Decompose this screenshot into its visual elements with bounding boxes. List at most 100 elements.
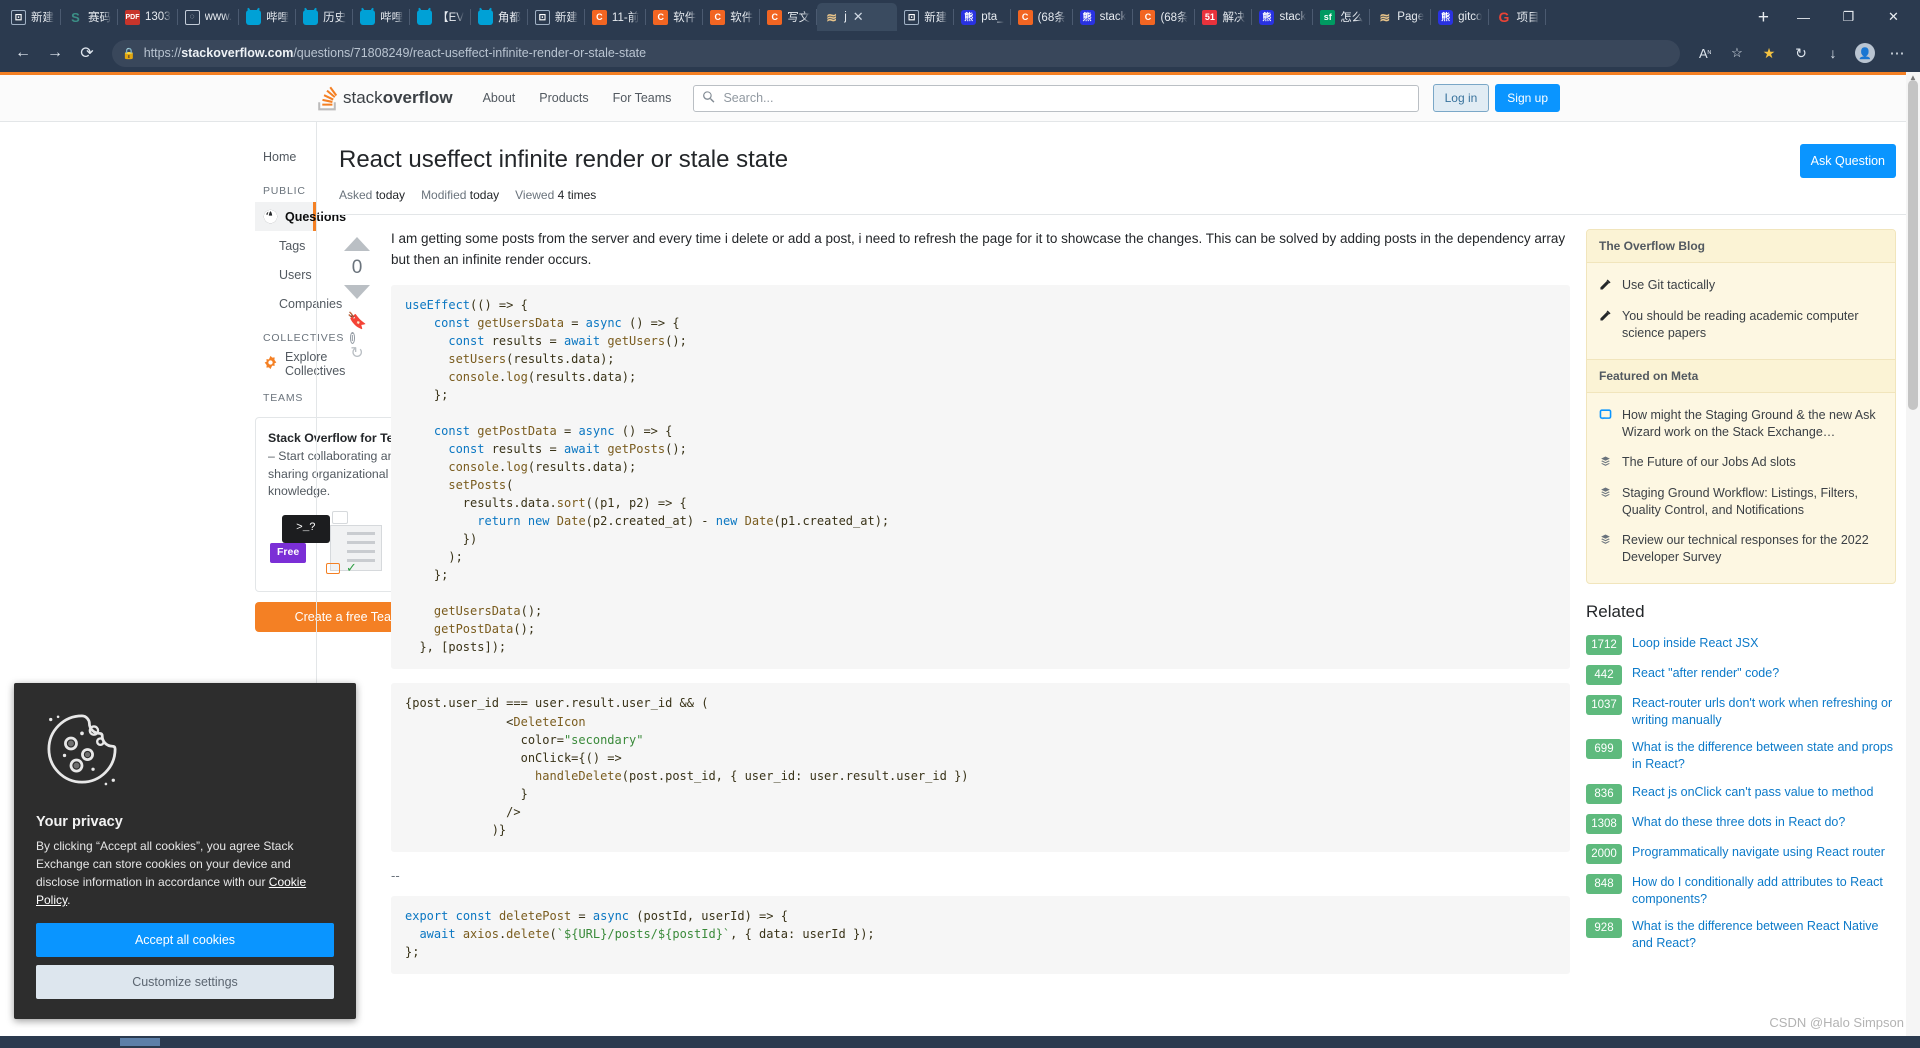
related-item[interactable]: 848 How do I conditionally add attributes… [1586,869,1896,914]
code-block-1: useEffect(() => { const getUsersData = a… [391,284,1570,670]
sidebar-section-public: PUBLIC [263,185,306,197]
sidebar-item-explore-collectives[interactable]: Explore Collectives [255,349,345,378]
sidebar-item-tags[interactable]: Tags [255,231,316,260]
browser-tab[interactable]: 51 解决 [1195,3,1253,31]
browser-tab[interactable]: ≋ j ✕ [817,3,898,31]
browser-tab[interactable]: C 软件 [703,3,761,31]
history-clock-icon[interactable]: ↻ [350,343,363,363]
sidebar-item-users[interactable]: Users [255,260,316,289]
list-item[interactable]: Use Git tactically [1599,271,1883,302]
browser-tab[interactable]: sf 怎么 [1313,3,1371,31]
read-aloud-icon[interactable]: Aᴺ [1690,39,1720,67]
minimize-button[interactable]: — [1781,1,1826,33]
related-list: 1712 Loop inside React JSX 442 React "after… [1586,630,1896,958]
right-sidebar: The Overflow Blog Use Git tactically You … [1586,229,1896,988]
browser-tab[interactable]: 熊 stack [1252,3,1314,31]
related-item[interactable]: 2000 Programmatically navigate using Reac… [1586,839,1896,869]
header-link-about[interactable]: About [471,91,528,105]
related-link[interactable]: What is the difference between React Nat… [1632,918,1896,953]
header-link-products[interactable]: Products [527,91,600,105]
browser-tab[interactable]: 熊 stack [1073,3,1134,31]
search-icon [702,90,716,107]
upvote-button[interactable] [344,237,370,251]
related-link[interactable]: What is the difference between state and… [1632,739,1896,774]
related-link[interactable]: React-router urls don't work when refres… [1632,695,1896,730]
related-link[interactable]: What do these three dots in React do? [1632,814,1845,831]
list-item[interactable]: Staging Ground Workflow: Listings, Filte… [1599,479,1883,526]
favorites-icon[interactable]: ★ [1754,39,1784,67]
browser-tab[interactable]: C 软件 [646,3,704,31]
forward-button[interactable]: → [40,39,70,67]
browser-tab[interactable]: ≋ Page [1370,3,1432,31]
restore-button[interactable]: ❐ [1826,1,1871,33]
customize-settings-button[interactable]: Customize settings [36,965,334,999]
browser-tab[interactable]: ◌ www. [178,3,240,31]
header-link-for-teams[interactable]: For Teams [601,91,684,105]
terminal-icon: >_? [282,515,330,544]
reload-button[interactable]: ⟳ [72,39,102,67]
browser-tab[interactable]: 熊 gitco [1431,3,1490,31]
browser-tab[interactable]: 哔哩 [239,3,297,31]
ask-question-button[interactable]: Ask Question [1799,144,1896,178]
related-item[interactable]: 699 What is the difference between state … [1586,734,1896,779]
profile-icon[interactable]: 👤 [1850,39,1880,67]
related-item[interactable]: 1308 What do these three dots in React do… [1586,809,1896,839]
browser-tab[interactable]: ⊡ 新建 [528,3,585,31]
settings-menu-icon[interactable]: ⋯ [1882,39,1912,67]
history-icon[interactable]: ↻ [1786,39,1816,67]
downvote-button[interactable] [344,285,370,299]
accept-all-cookies-button[interactable]: Accept all cookies [36,923,334,957]
related-item[interactable]: 928 What is the difference between React … [1586,913,1896,958]
related-item[interactable]: 442 React "after render" code? [1586,660,1896,690]
signup-button[interactable]: Sign up [1495,84,1560,112]
list-item[interactable]: You should be reading academic computer … [1599,302,1883,349]
back-button[interactable]: ← [8,39,38,67]
browser-tab[interactable]: C 11-前 [585,3,647,31]
search-input[interactable] [723,91,1410,105]
list-item[interactable]: How might the Staging Ground & the new A… [1599,401,1883,448]
browser-tab[interactable]: G 项目 [1489,3,1547,31]
browser-tab[interactable]: 熊 pta_ [954,3,1011,31]
related-link[interactable]: How do I conditionally add attributes to… [1632,874,1896,909]
related-link[interactable]: Programmatically navigate using React ro… [1632,844,1885,861]
login-button[interactable]: Log in [1432,84,1490,112]
51cto-icon: 51 [1202,9,1218,25]
downloads-icon[interactable]: ↓ [1818,39,1848,67]
browser-tab[interactable]: C (68条 [1133,3,1196,31]
related-link[interactable]: React "after render" code? [1632,665,1779,682]
related-item[interactable]: 1037 React-router urls don't work when re… [1586,690,1896,735]
related-item[interactable]: 836 React js onClick can't pass value to … [1586,779,1896,809]
browser-tab[interactable]: C 写文 [760,3,818,31]
list-item[interactable]: Review our technical responses for the 2… [1599,526,1883,573]
new-tab-button[interactable]: + [1746,3,1781,31]
browser-tab[interactable]: S 赛码 [61,3,118,31]
tab-close-icon[interactable]: ✕ [853,9,864,25]
related-link[interactable]: React js onClick can't pass value to met… [1632,784,1873,801]
page-scrollbar[interactable]: ▲ ▼ [1906,72,1920,1048]
scrollbar-thumb[interactable] [1908,80,1918,410]
address-bar[interactable]: 🔒 https://stackoverflow.com/questions/71… [112,39,1680,67]
browser-tab[interactable]: ⊡ 新建 [4,3,61,31]
browser-tab[interactable]: 哔哩 [353,3,411,31]
browser-tab[interactable]: 【EV [410,3,471,31]
list-item[interactable]: The Future of our Jobs Ad slots [1599,448,1883,479]
close-button[interactable]: ✕ [1871,1,1916,33]
browser-tab[interactable]: C (68条 [1011,3,1073,31]
sidebar-item-home[interactable]: Home [255,142,316,171]
sidebar-item-companies[interactable]: Companies [255,289,342,318]
browser-tab[interactable]: PDF 1303 [118,3,178,31]
bookmark-icon[interactable]: 🔖 [347,311,367,331]
related-link[interactable]: Loop inside React JSX [1632,635,1758,652]
related-item[interactable]: 1712 Loop inside React JSX [1586,630,1896,660]
site-search[interactable] [693,84,1419,112]
tab-title: stack [1099,11,1127,23]
related-score: 1712 [1586,634,1622,655]
browser-tab[interactable]: ⊡ 新建 [897,3,955,31]
cookie-icon [36,703,334,798]
sidebar-item-questions[interactable]: Questions [255,202,346,231]
browser-tab[interactable]: 角都 [471,3,528,31]
site-logo[interactable]: stackoverflow [316,86,471,111]
browser-tab[interactable]: 历史 [296,3,354,31]
scroll-up-arrow[interactable]: ▲ [1909,73,1917,82]
add-favorite-icon[interactable]: ☆ [1722,39,1752,67]
